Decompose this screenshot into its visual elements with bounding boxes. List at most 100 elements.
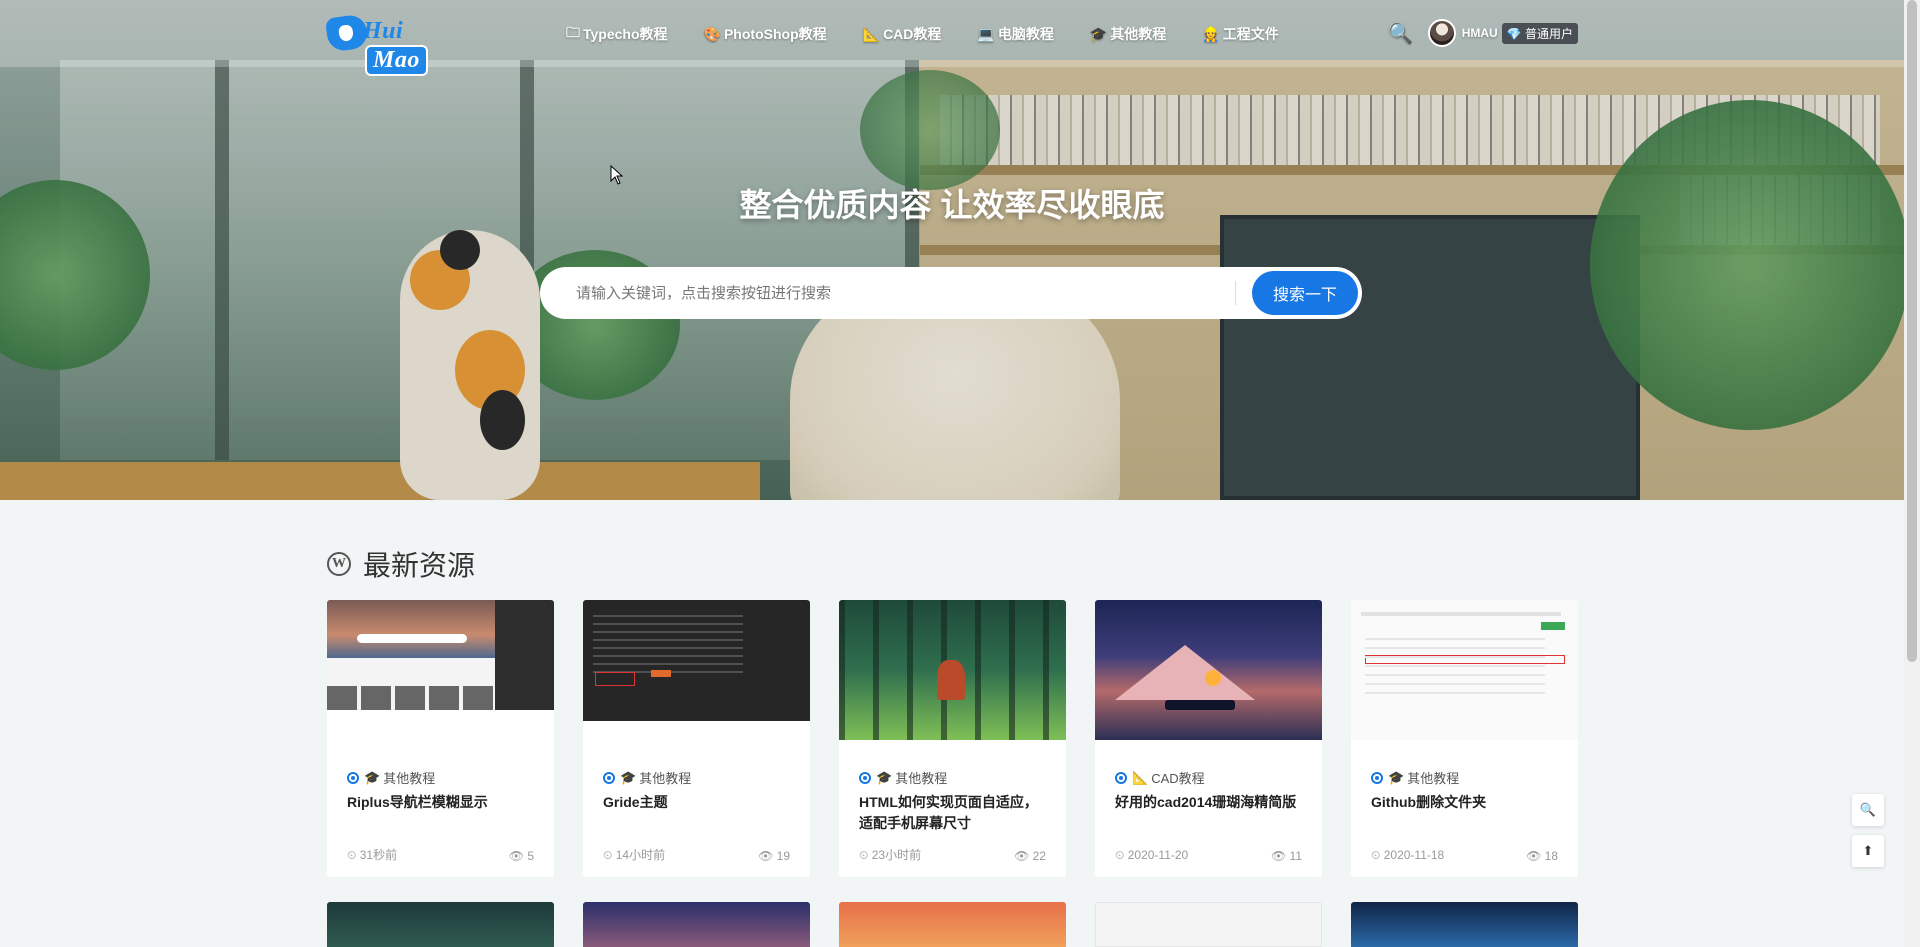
card-thumbnail[interactable] <box>1351 600 1578 740</box>
card-category[interactable]: 🎓 其他教程 <box>603 768 691 787</box>
thumb-hero <box>327 600 495 658</box>
card-thumbnail[interactable] <box>583 902 810 947</box>
resource-card[interactable]: 🎓 其他教程 Github删除文件夹 ⏲ 2020-11-18 👁 18 <box>1351 600 1578 877</box>
thumb-deer <box>937 660 965 700</box>
resource-card[interactable]: 🎓 其他教程 Riplus导航栏模糊显示 ⏲ 31秒前 👁 5 <box>327 600 554 877</box>
site-logo[interactable]: HuiMao <box>324 13 467 76</box>
card-time-text: 31秒前 <box>359 848 398 862</box>
cap-icon: 🎓 <box>364 769 381 785</box>
card-title[interactable]: Gride主题 <box>603 792 794 813</box>
thumb-light <box>1205 670 1221 686</box>
card-title[interactable]: HTML如何实现页面自适应，适配手机屏幕尺寸 <box>859 792 1050 834</box>
thumb-highlight <box>651 670 671 677</box>
card-views: 👁 18 <box>1526 849 1558 863</box>
search-button[interactable]: 搜索一下 <box>1252 271 1358 315</box>
card-thumbnail[interactable] <box>327 902 554 947</box>
nav-item-project-files[interactable]: 👷 工程文件 <box>1202 22 1278 46</box>
thumb-boat <box>1165 700 1235 710</box>
card-category-label: 其他教程 <box>639 771 692 786</box>
user-level-badge: 💎 普通用户 <box>1501 22 1578 44</box>
clock-icon: ⏲ <box>347 848 357 862</box>
clock-icon: ⏲ <box>1371 848 1381 862</box>
card-title[interactable]: Riplus导航栏模糊显示 <box>347 792 538 813</box>
nav-item-cad[interactable]: 📐 CAD教程 <box>863 22 942 46</box>
clock-icon: ⏲ <box>859 848 869 862</box>
eye-icon: 👁 <box>508 849 524 863</box>
card-thumbnail[interactable] <box>839 600 1066 740</box>
card-thumbnail[interactable] <box>1351 902 1578 947</box>
section-header: W 最新资源 <box>327 544 475 584</box>
avatar[interactable] <box>1427 19 1456 47</box>
nav-item-label: Typecho教程 <box>583 26 668 42</box>
thumb-button <box>1541 622 1565 630</box>
card-thumbnail[interactable] <box>327 600 554 710</box>
search-icon: 🔍 <box>1859 802 1877 817</box>
search-icon[interactable]: 🔍 <box>1388 20 1414 46</box>
nav-item-photoshop[interactable]: 🎨 PhotoShop教程 <box>704 22 827 46</box>
triangle-ruler-icon: 📐 <box>862 25 881 42</box>
card-thumbnail[interactable] <box>1095 902 1322 947</box>
main-nav: 🗀 Typecho教程 🎨 PhotoShop教程 📐 CAD教程 💻 电脑教程… <box>566 22 1315 46</box>
palette-icon: 🎨 <box>703 25 721 42</box>
card-time: ⏲ 2020-11-20 <box>1115 848 1188 863</box>
card-thumbnail[interactable] <box>583 600 810 721</box>
eye-icon: 👁 <box>1270 849 1287 863</box>
thumb-row <box>327 686 495 710</box>
card-category-label: 其他教程 <box>383 771 436 786</box>
card-category[interactable]: 🎓 其他教程 <box>347 768 435 787</box>
thumb-rows <box>1365 638 1545 698</box>
card-views: 👁 19 <box>758 849 790 863</box>
thumb-line <box>1361 612 1561 616</box>
post-type-icon <box>1115 771 1127 784</box>
cap-icon: 🎓 <box>1089 25 1108 42</box>
card-time-text: 14小时前 <box>615 848 666 862</box>
post-type-icon <box>859 771 871 784</box>
clock-icon: ⏲ <box>1115 848 1125 862</box>
card-thumbnail[interactable] <box>1095 600 1322 740</box>
card-title[interactable]: 好用的cad2014珊瑚海精简版 <box>1115 792 1306 813</box>
float-search-button[interactable]: 🔍 <box>1852 794 1884 826</box>
card-category[interactable]: 🎓 其他教程 <box>1371 768 1459 787</box>
nav-item-label: PhotoShop教程 <box>723 26 827 42</box>
card-views: 👁 5 <box>509 849 534 863</box>
eye-icon: 👁 <box>1526 849 1542 863</box>
thumb-search <box>357 634 467 643</box>
card-time: ⏲ 2020-11-18 <box>1371 848 1444 863</box>
nav-item-computer[interactable]: 💻 电脑教程 <box>977 22 1053 46</box>
nav-item-other[interactable]: 🎓 其他教程 <box>1090 22 1166 46</box>
card-views-count: 18 <box>1544 849 1558 863</box>
resource-card[interactable]: 🎓 其他教程 HTML如何实现页面自适应，适配手机屏幕尺寸 ⏲ 23小时前 👁 … <box>839 600 1066 877</box>
hero-title: 整合优质内容 让效率尽收眼底 <box>739 187 1165 223</box>
card-views-count: 22 <box>1032 849 1046 863</box>
card-views-count: 19 <box>776 849 790 863</box>
card-time-text: 2020-11-18 <box>1383 848 1445 862</box>
worker-icon: 👷 <box>1202 25 1220 42</box>
card-category-label: 其他教程 <box>1407 771 1460 786</box>
username[interactable]: HMAU <box>1462 26 1498 40</box>
page-scrollbar[interactable] <box>1904 0 1920 947</box>
thumb-code <box>593 615 743 675</box>
card-category[interactable]: 📐 CAD教程 <box>1115 768 1205 787</box>
resource-card[interactable]: 📐 CAD教程 好用的cad2014珊瑚海精简版 ⏲ 2020-11-20 👁 … <box>1095 600 1322 877</box>
resource-card[interactable]: 🎓 其他教程 Gride主题 ⏲ 14小时前 👁 19 <box>583 600 810 877</box>
card-title[interactable]: Github删除文件夹 <box>1371 792 1562 813</box>
laptop-icon: 💻 <box>977 25 995 42</box>
post-type-icon <box>347 771 359 784</box>
scrollbar-thumb[interactable] <box>1907 0 1917 662</box>
cap-icon: 🎓 <box>1388 769 1405 785</box>
search-input[interactable] <box>574 267 1274 319</box>
nav-item-typecho[interactable]: 🗀 Typecho教程 <box>566 22 668 46</box>
back-to-top-button[interactable]: ⬆ <box>1852 835 1884 867</box>
logo-wordmark: HuiMao <box>363 18 467 76</box>
nav-item-label: 工程文件 <box>1222 26 1279 42</box>
thumb-mountain <box>1115 645 1255 700</box>
card-thumbnail[interactable] <box>839 902 1066 947</box>
nav-item-label: CAD教程 <box>883 26 942 42</box>
card-views: 👁 11 <box>1271 849 1302 863</box>
post-type-icon <box>1371 771 1383 784</box>
card-views-count: 11 <box>1289 849 1302 863</box>
triangle-ruler-icon: 📐 <box>1132 769 1149 785</box>
card-category[interactable]: 🎓 其他教程 <box>859 768 947 787</box>
nav-item-label: 电脑教程 <box>997 26 1054 42</box>
hero-banner <box>0 0 1904 500</box>
